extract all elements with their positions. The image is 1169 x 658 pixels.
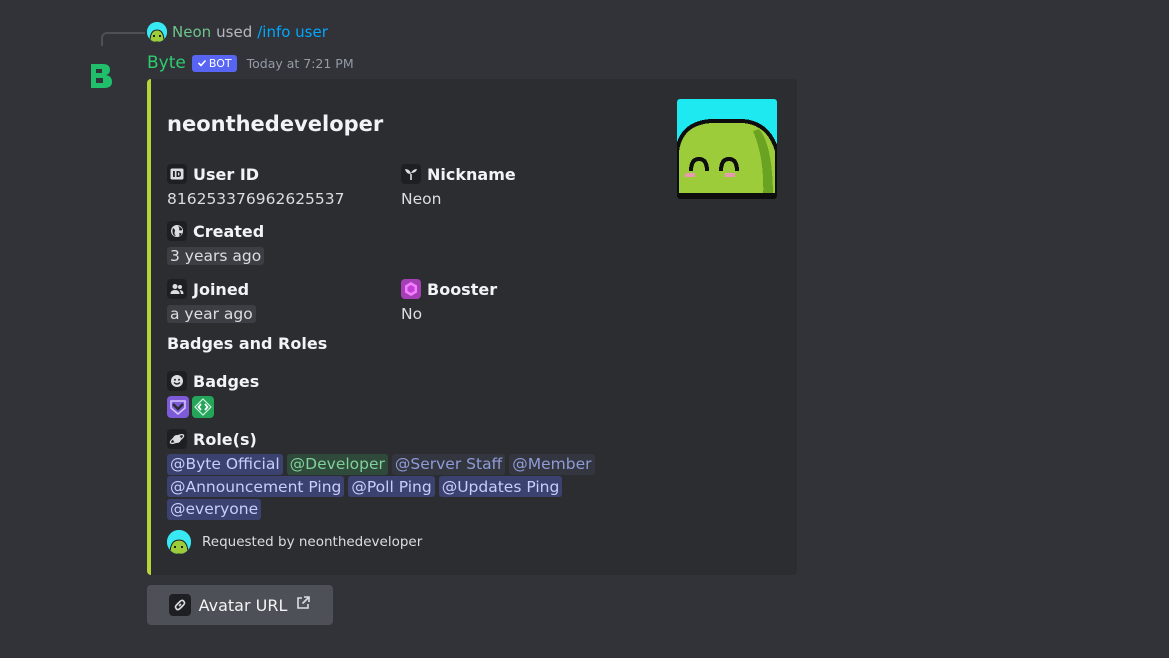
booster-value: No <box>401 305 423 323</box>
field-booster: Booster No <box>401 278 497 325</box>
reply-command[interactable]: /info user <box>257 23 328 41</box>
roles-row: @Announcement Ping @Poll Ping @Updates P… <box>167 476 607 499</box>
footer-text: Requested by neonthedeveloper <box>202 534 423 550</box>
bot-avatar[interactable] <box>88 62 114 90</box>
field-label: Badges <box>193 371 260 391</box>
smiley-icon <box>167 371 187 391</box>
field-label: Booster <box>427 279 498 299</box>
field-label: Joined <box>193 279 250 299</box>
reply-user-avatar[interactable] <box>147 22 167 42</box>
reply-connector <box>101 32 145 46</box>
role-mention[interactable]: @Member <box>509 453 595 475</box>
field-label: Role(s) <box>193 429 257 449</box>
user-id-value: 816253376962625537 <box>167 190 345 208</box>
embed-title: neonthedeveloper <box>167 112 384 136</box>
role-mention[interactable]: @Updates Ping <box>438 476 563 498</box>
message-timestamp[interactable]: Today at 7:21 PM <box>247 56 354 71</box>
bot-tag: BOT <box>191 54 237 72</box>
message-header: Byte BOT Today at 7:21 PM <box>147 51 354 75</box>
joined-timestamp[interactable]: a year ago <box>167 305 256 323</box>
role-mention[interactable]: @Poll Ping <box>348 476 435 498</box>
avatar-url-button[interactable]: Avatar URL <box>147 585 333 625</box>
nickname-value: Neon <box>401 190 442 208</box>
command-reference[interactable]: Neon used /info user <box>147 21 328 43</box>
section-title: Badges and Roles <box>167 334 328 353</box>
role-mention[interactable]: @Developer <box>286 453 388 475</box>
created-timestamp[interactable]: 3 years ago <box>167 247 265 265</box>
planet-icon <box>167 429 187 449</box>
footer-avatar <box>167 530 191 554</box>
field-badges: Badges <box>167 370 259 418</box>
id-icon <box>167 164 187 184</box>
roles-row: @Byte Official @Developer @Server Staff … <box>167 453 607 476</box>
role-mention[interactable]: @Server Staff <box>391 453 506 475</box>
field-joined: Joined a year ago <box>167 278 256 325</box>
role-mention[interactable]: @everyone <box>167 498 262 520</box>
field-label: User ID <box>193 164 260 184</box>
reply-username[interactable]: Neon <box>172 23 211 41</box>
bot-username[interactable]: Byte <box>147 53 186 73</box>
role-mention[interactable]: @Byte Official <box>167 453 283 475</box>
external-link-icon <box>295 595 311 615</box>
roles-row: @everyone <box>167 498 607 521</box>
user-info-embed: neonthedeveloper User ID 816253376962625… <box>147 79 797 575</box>
reply-used-text: used <box>216 23 253 41</box>
checkmark-icon <box>197 59 206 67</box>
active-developer-badge-icon[interactable] <box>192 396 214 418</box>
globe-icon <box>167 221 187 241</box>
roles-list: @Byte Official @Developer @Server Staff … <box>167 453 607 521</box>
boost-gem-icon <box>401 279 421 299</box>
field-label: Created <box>193 221 265 241</box>
field-nickname: Nickname Neon <box>401 163 516 210</box>
avatar-url-label: Avatar URL <box>198 595 288 615</box>
link-icon <box>168 594 191 616</box>
field-label: Nickname <box>427 164 516 184</box>
bot-tag-label: BOT <box>208 56 232 70</box>
users-icon <box>167 279 187 299</box>
role-mention[interactable]: @Announcement Ping <box>167 476 345 498</box>
sprout-icon <box>401 164 421 184</box>
field-created: Created 3 years ago <box>167 220 264 267</box>
field-user-id: User ID 816253376962625537 <box>167 163 345 210</box>
hypesquad-badge-icon[interactable] <box>167 396 189 418</box>
field-roles-label: Role(s) <box>167 428 257 450</box>
embed-footer: Requested by neonthedeveloper <box>167 530 422 554</box>
embed-thumbnail[interactable] <box>677 99 777 199</box>
